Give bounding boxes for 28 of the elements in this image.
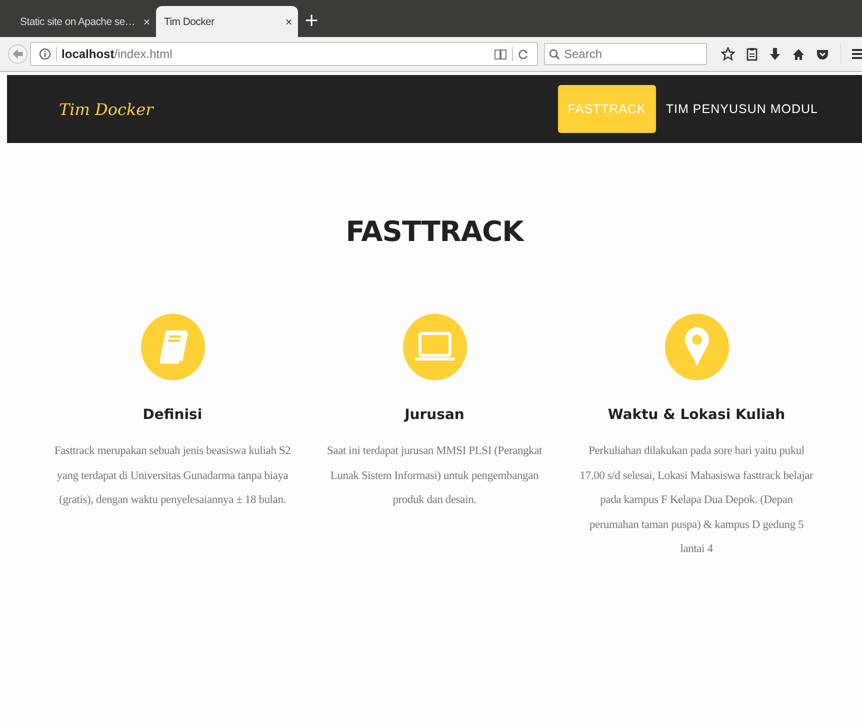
info-icon[interactable]	[38, 48, 51, 60]
menu-icon[interactable]	[852, 48, 862, 60]
download-icon[interactable]	[769, 47, 781, 61]
search-icon	[549, 48, 560, 60]
back-icon[interactable]	[8, 44, 28, 64]
feature-description: Saat ini terdapat jurusan MMSI PLSI (Perangkat Lunak Sistem Informasi) untuk pengembangan produk dan desain.	[326, 444, 543, 508]
browser-tab[interactable]: Static site on Apache se… ×	[12, 6, 156, 37]
feature-description: Perkuliahan dilakukan pada sore hari yaitu pukul 17.00 s/d selesai, Lokasi Mahasiswa fasttrack belajar pada kampus F Kelapa Dua Depok. (Depan perumahan taman puspa) & kampus D gedung 5 lantai 4	[578, 444, 814, 557]
feature-title: Definisi	[142, 407, 202, 423]
search-field[interactable]: Search	[544, 43, 707, 65]
brand-logo[interactable]: Tim Docker	[59, 100, 154, 118]
home-icon[interactable]	[792, 48, 805, 60]
section-heading: FASTTRACK	[344, 215, 526, 250]
close-icon[interactable]: ×	[285, 14, 292, 28]
pocket-icon[interactable]	[816, 48, 829, 60]
browser-tab[interactable]: Tim Docker ×	[156, 6, 298, 37]
url-text: localhost/index.html	[62, 47, 172, 61]
close-icon[interactable]: ×	[143, 14, 150, 28]
address-field[interactable]: localhost/index.html	[30, 42, 538, 66]
nav-link[interactable]: TIM PENYUSUN MODUL	[656, 85, 828, 133]
bookmark-star-icon[interactable]	[721, 47, 735, 61]
reader-view-icon[interactable]	[494, 48, 507, 60]
feature-title: Jurusan	[404, 407, 464, 423]
new-tab-button[interactable]: +	[304, 10, 320, 31]
feature-description: Fasttrack merupakan sebuah jenis beasiswa kuliah S2 yang terdapat di Universitas Gunadarma tanpa biaya (gratis), dengan waktu penyelesaiannya ± 18 bulan.	[53, 444, 292, 508]
clipboard-icon[interactable]	[746, 47, 758, 61]
feature-title: Waktu & Lokasi Kuliah	[608, 407, 786, 423]
reload-icon[interactable]	[518, 48, 529, 60]
